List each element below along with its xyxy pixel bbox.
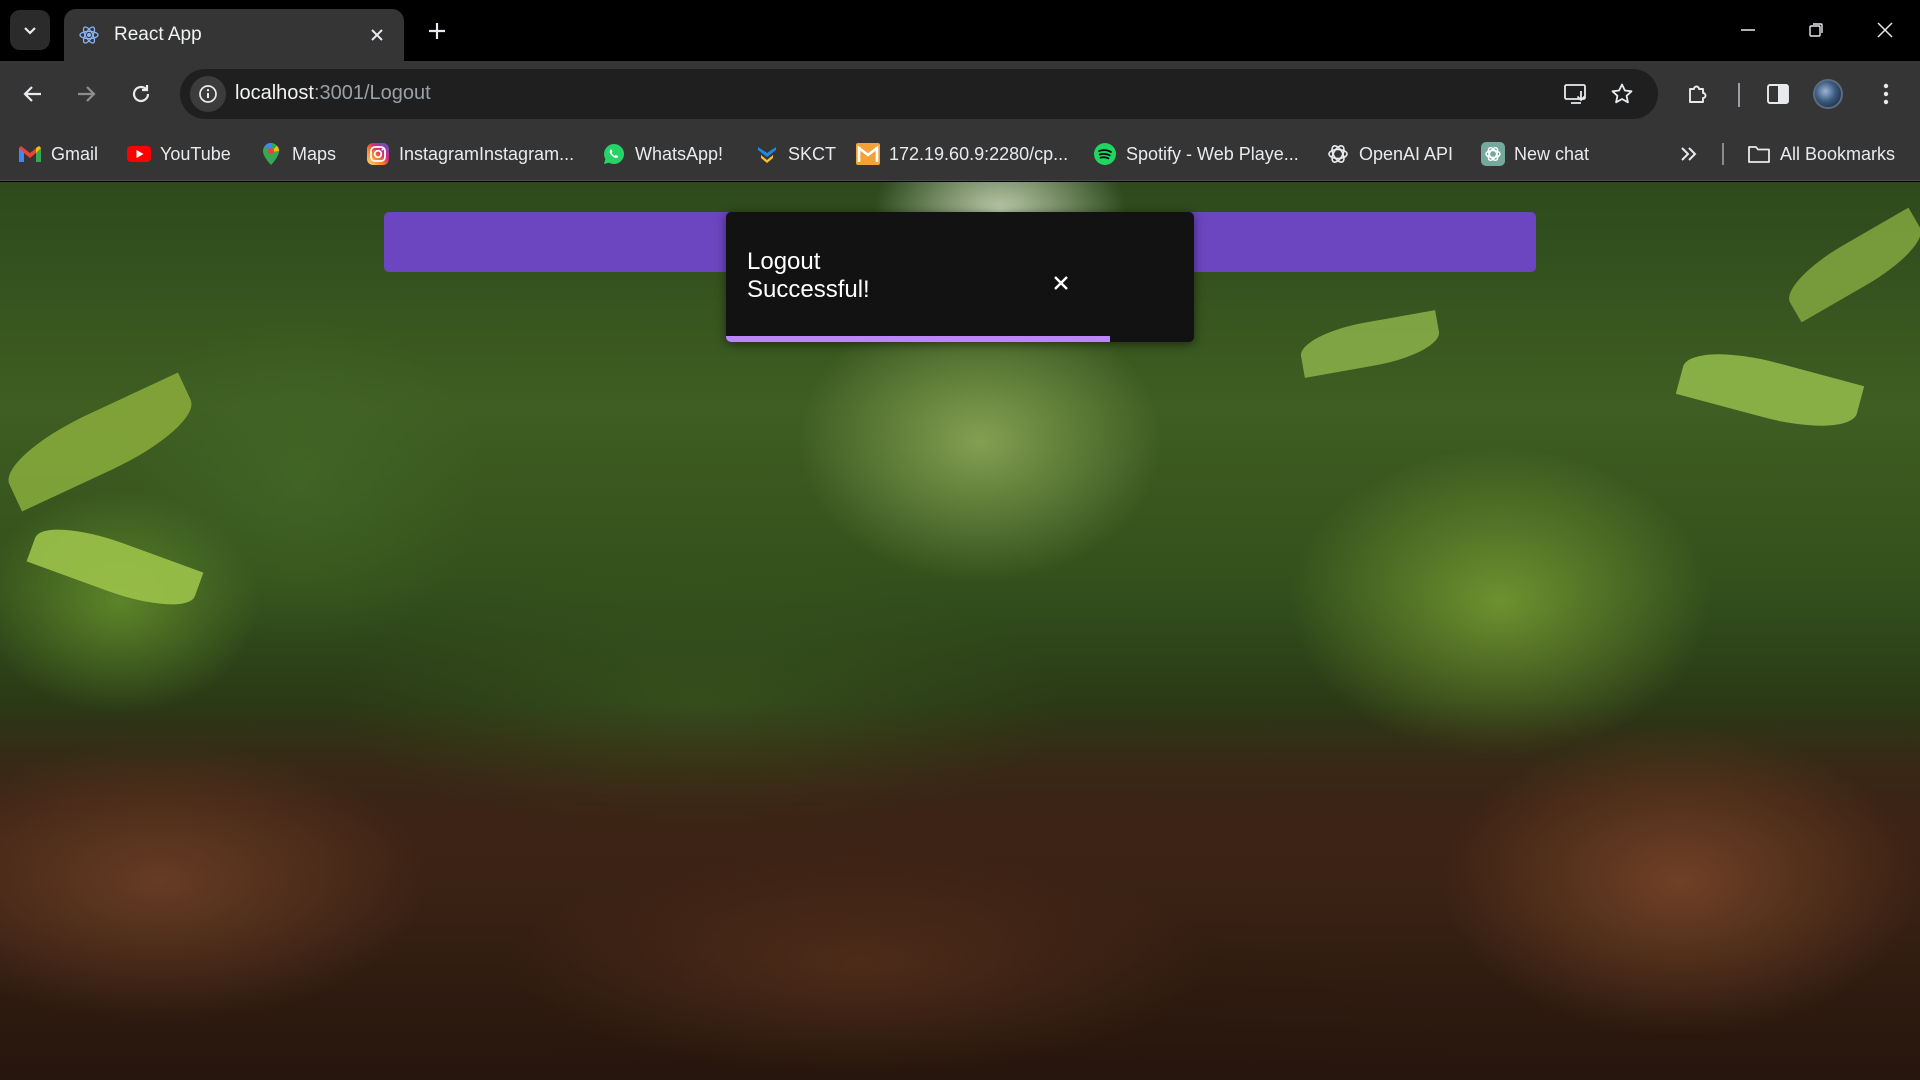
plus-icon — [429, 23, 445, 39]
url-host: localhost — [235, 82, 314, 104]
leaf-decoration — [0, 372, 204, 512]
skct-icon — [755, 142, 779, 166]
page-background: Logout Successful! — [0, 182, 1920, 1080]
bookmark-maps[interactable]: Maps — [259, 139, 336, 169]
side-panel-button[interactable] — [1760, 76, 1796, 112]
bookmarks-bar: Gmail YouTube Maps InstagramInstagram...… — [0, 127, 1920, 181]
instagram-icon — [366, 142, 390, 166]
soil-decoration — [0, 702, 1920, 1080]
arrow-right-icon — [78, 86, 96, 102]
close-icon — [1054, 276, 1068, 290]
bookmark-new-chat[interactable]: New chat — [1481, 139, 1589, 169]
chevron-down-icon — [24, 27, 36, 35]
install-app-button[interactable] — [1560, 78, 1592, 110]
close-window-button[interactable] — [1862, 10, 1908, 50]
minimize-button[interactable] — [1725, 10, 1771, 50]
gmail-icon — [18, 142, 42, 166]
profile-avatar[interactable] — [1813, 79, 1843, 109]
more-vert-icon — [1883, 83, 1889, 105]
bookmark-label: New chat — [1514, 143, 1590, 164]
leaf-decoration — [1778, 207, 1920, 323]
whatsapp-icon — [602, 142, 626, 166]
toolbar-divider — [1738, 83, 1740, 107]
url-text[interactable]: localhost:3001/Logout — [235, 82, 431, 105]
bookmark-spotify[interactable]: Spotify - Web Playe... — [1093, 139, 1299, 169]
chatgpt-icon — [1481, 142, 1505, 166]
bookmark-youtube[interactable]: YouTube — [127, 139, 231, 169]
tab-strip: React App — [0, 0, 1920, 61]
bookmark-ip-address[interactable]: 172.19.60.9:2280/cp... — [856, 139, 1068, 169]
install-icon — [1564, 84, 1586, 104]
tab-title: React App — [114, 24, 202, 45]
bookmark-whatsapp[interactable]: WhatsApp! — [602, 139, 723, 169]
browser-toolbar: localhost:3001/Logout — [0, 61, 1920, 127]
tab-search-button[interactable] — [10, 10, 50, 50]
close-icon — [371, 29, 383, 41]
bookmark-label: InstagramInstagram... — [399, 143, 575, 164]
toast-progress-bar — [726, 336, 1110, 342]
side-panel-icon — [1767, 84, 1789, 104]
youtube-icon — [127, 142, 151, 166]
all-bookmarks-button[interactable]: All Bookmarks — [1747, 139, 1895, 169]
openai-icon — [1326, 142, 1350, 166]
leaf-decoration — [1675, 339, 1865, 441]
back-button[interactable] — [13, 74, 53, 114]
bookmark-gmail[interactable]: Gmail — [18, 139, 98, 169]
url-path: :3001/Logout — [313, 82, 431, 104]
address-bar[interactable]: localhost:3001/Logout — [180, 69, 1658, 119]
bookmark-label: WhatsApp! — [635, 143, 724, 164]
browser-menu-button[interactable] — [1868, 76, 1904, 112]
minimize-icon — [1741, 29, 1755, 31]
forward-button[interactable] — [66, 74, 106, 114]
star-icon — [1611, 83, 1633, 104]
toast-message: Logout Successful! — [747, 248, 870, 303]
leaf-decoration — [1297, 310, 1443, 378]
bookmark-label: SKCT — [788, 143, 837, 164]
toast-progress-track — [726, 336, 1194, 342]
gmail-m-icon — [856, 142, 880, 166]
bookmark-skct[interactable]: SKCT — [755, 139, 836, 169]
toast-close-button[interactable] — [1046, 268, 1076, 298]
tab-close-button[interactable] — [364, 22, 390, 48]
puzzle-icon — [1689, 85, 1707, 103]
bookmark-label: Maps — [292, 143, 337, 164]
bookmark-label: 172.19.60.9:2280/cp... — [889, 143, 1069, 164]
bookmark-label: Gmail — [51, 143, 99, 164]
bookmark-label: OpenAI API — [1359, 143, 1454, 164]
spotify-icon — [1093, 142, 1117, 166]
info-icon — [199, 85, 217, 103]
bookmark-label: YouTube — [160, 143, 231, 164]
arrow-left-icon — [23, 86, 41, 102]
bookmark-instagram[interactable]: InstagramInstagram... — [366, 139, 574, 169]
site-info-button[interactable] — [190, 76, 226, 112]
tab-react-app[interactable]: React App — [64, 9, 404, 61]
bookmarks-divider — [1722, 143, 1724, 165]
bookmark-openai[interactable]: OpenAI API — [1326, 139, 1453, 169]
reload-icon — [132, 85, 150, 103]
bookmarks-overflow-button[interactable] — [1676, 139, 1709, 169]
new-tab-button[interactable] — [420, 14, 454, 48]
close-icon — [1877, 22, 1893, 38]
reload-button[interactable] — [121, 74, 161, 114]
extensions-button[interactable] — [1680, 76, 1716, 112]
folder-icon — [1747, 142, 1771, 166]
logout-toast: Logout Successful! — [726, 212, 1194, 342]
all-bookmarks-label: All Bookmarks — [1780, 143, 1896, 164]
react-icon — [78, 24, 100, 46]
leaf-decoration — [26, 514, 204, 620]
maps-icon — [259, 142, 283, 166]
restore-icon — [1809, 23, 1823, 37]
bookmark-star-button[interactable] — [1606, 78, 1638, 110]
restore-button[interactable] — [1793, 10, 1839, 50]
bookmark-label: Spotify - Web Playe... — [1126, 143, 1299, 164]
double-chevron-right-icon — [1676, 142, 1700, 166]
